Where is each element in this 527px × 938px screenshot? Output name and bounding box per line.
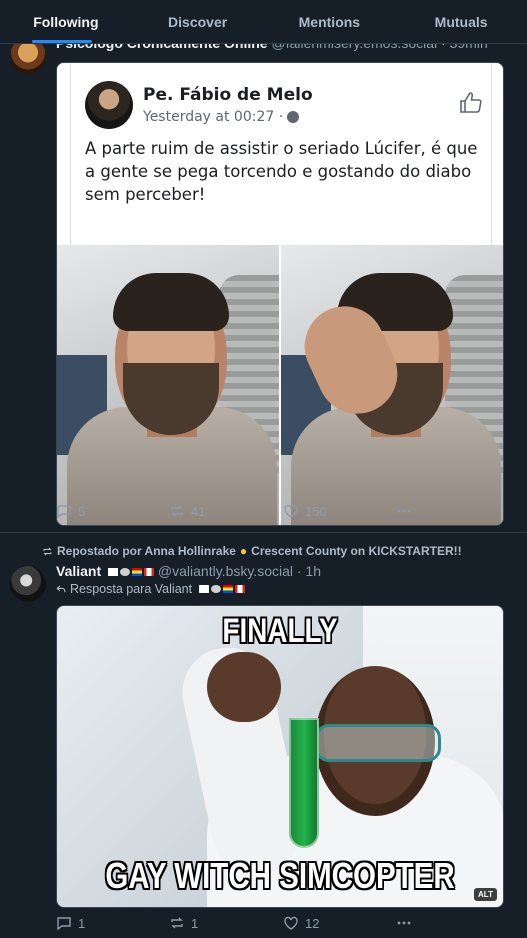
like-count: 12 [305,915,320,931]
tab-label: Mutuals [434,13,488,30]
thumbs-up-icon [460,92,482,113]
flag-emojis [199,585,246,593]
feed-tabs: Following Discover Mentions Mutuals [0,0,527,44]
heart-icon [284,916,298,930]
reply-icon [57,505,71,519]
rainbow-flag-icon [223,585,234,593]
avatar[interactable] [10,566,46,602]
more-icon [397,921,411,925]
like-count: 150 [305,503,327,519]
repost-indicator[interactable]: Repostado por Anna Hollinrake ● Crescent… [42,544,462,558]
screenshot-avatar [85,81,133,129]
flag-emojis [108,568,155,577]
tab-following[interactable]: Following [0,0,132,43]
globe-icon [287,111,300,123]
screenshot-author-name: Pe. Fábio de Melo [143,85,313,105]
repost-icon [171,917,183,929]
screenshot-header: Pe. Fábio de Melo Yesterday at 00:27 · A… [57,63,503,245]
reply-count: 5 [78,503,86,519]
rainbow-flag-icon [132,568,143,577]
more-options-button[interactable] [396,503,412,519]
moon-icon: ● [239,544,248,558]
reply-indicator[interactable]: Resposta para Valiant [56,582,246,596]
repost-icon [171,505,183,517]
repost-button[interactable]: 41 [169,503,205,519]
reply-to: Resposta para Valiant [70,582,193,596]
repost-icon [43,547,52,555]
screenshot-meta: Yesterday at 00:27 · [143,109,300,125]
meme-bottom-text: GAY WITCH SIMCOPTER [105,855,455,896]
reply-icon [57,917,71,931]
white-flag-icon [108,568,119,577]
more-options-button[interactable] [396,915,412,931]
embedded-image[interactable]: FINALLY GAY WITCH SIMCOPTER ALT [56,605,504,908]
repost-count: 1 [191,915,199,931]
reply-count: 1 [78,915,86,931]
alt-text-badge[interactable]: ALT [474,888,497,901]
photo-facepalm [281,245,503,525]
tab-mutuals[interactable]: Mutuals [395,0,527,43]
reposter-display-extra: Crescent County on KICKSTARTER!! [251,544,462,558]
embedded-image[interactable]: Pe. Fábio de Melo Yesterday at 00:27 · A… [56,62,504,526]
screenshot-timestamp: Yesterday at 00:27 · [143,109,284,125]
screenshot-text: A parte ruim de assistir o seriado Lúcif… [85,139,478,204]
post-author-line: Valiant @valiantly.bsky.social · 1h [56,563,321,579]
feed-post[interactable]: Repostado por Anna Hollinrake ● Crescent… [0,534,527,938]
tab-mentions[interactable]: Mentions [264,0,396,43]
more-icon [397,509,411,513]
canada-flag-icon [235,585,246,593]
tab-label: Discover [168,13,228,30]
skull-icon [120,568,131,577]
feed-post[interactable]: Psicologo Cronicamente Online @fallenmis… [0,30,527,533]
tab-label: Following [33,13,99,30]
heart-icon [284,504,298,518]
skull-icon [211,585,222,593]
photo-smiling [57,245,279,525]
reply-button[interactable]: 5 [56,503,85,519]
tab-label: Mentions [298,13,361,30]
reply-arrow-icon [56,585,66,593]
repost-button[interactable]: 1 [169,915,198,931]
tab-discover[interactable]: Discover [132,0,264,43]
author-handle[interactable]: @valiantly.bsky.social · 1h [158,563,321,579]
canada-flag-icon [144,568,155,577]
meme-top-text: FINALLY [222,612,338,650]
divider [491,63,492,245]
white-flag-icon [199,585,210,593]
reposted-by: Repostado por Anna Hollinrake [57,544,236,558]
author-name[interactable]: Valiant [56,563,101,579]
like-button[interactable]: 150 [283,503,327,519]
reply-button[interactable]: 1 [56,915,85,931]
divider [70,63,71,245]
repost-count: 41 [191,503,206,519]
like-button[interactable]: 12 [283,915,319,931]
